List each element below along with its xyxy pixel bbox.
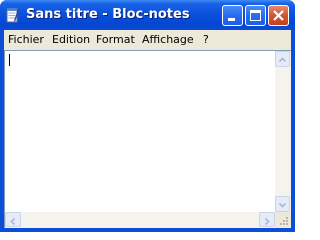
chevron-up-icon	[278, 57, 287, 63]
menu-format[interactable]: Format	[96, 30, 135, 50]
menu-help[interactable]: ?	[203, 30, 209, 50]
window-border-right	[291, 30, 295, 232]
maximize-button[interactable]	[245, 5, 266, 26]
menu-edition[interactable]: Edition	[52, 30, 90, 50]
close-button[interactable]	[268, 5, 289, 26]
window-title: Sans titre - Bloc-notes	[26, 7, 190, 22]
text-caret	[9, 54, 10, 66]
notepad-icon[interactable]	[6, 7, 19, 23]
scroll-right-button[interactable]	[259, 212, 275, 227]
close-icon	[273, 10, 284, 21]
menu-bar: Fichier Edition Format Affichage ?	[4, 30, 291, 50]
minimize-button[interactable]	[222, 5, 243, 26]
window-border-bottom	[0, 228, 295, 232]
menu-affichage[interactable]: Affichage	[142, 30, 194, 50]
scroll-left-button[interactable]	[5, 212, 21, 227]
title-bar[interactable]: Sans titre - Bloc-notes	[0, 0, 295, 30]
menu-fichier[interactable]: Fichier	[8, 30, 44, 50]
chevron-left-icon	[10, 217, 16, 226]
vertical-scrollbar[interactable]	[275, 51, 291, 212]
horizontal-scrollbar[interactable]	[5, 212, 275, 228]
chevron-down-icon	[278, 202, 287, 208]
chevron-right-icon	[264, 217, 270, 226]
scroll-up-button[interactable]	[275, 51, 290, 67]
minimize-icon	[228, 18, 235, 21]
size-grip[interactable]	[275, 212, 291, 228]
resize-grip-icon	[280, 217, 288, 225]
notepad-window: Sans titre - Bloc-notes Fichier Edition …	[0, 0, 295, 232]
text-editor-area[interactable]	[4, 50, 291, 228]
scroll-down-button[interactable]	[275, 196, 290, 212]
maximize-icon	[250, 10, 261, 21]
